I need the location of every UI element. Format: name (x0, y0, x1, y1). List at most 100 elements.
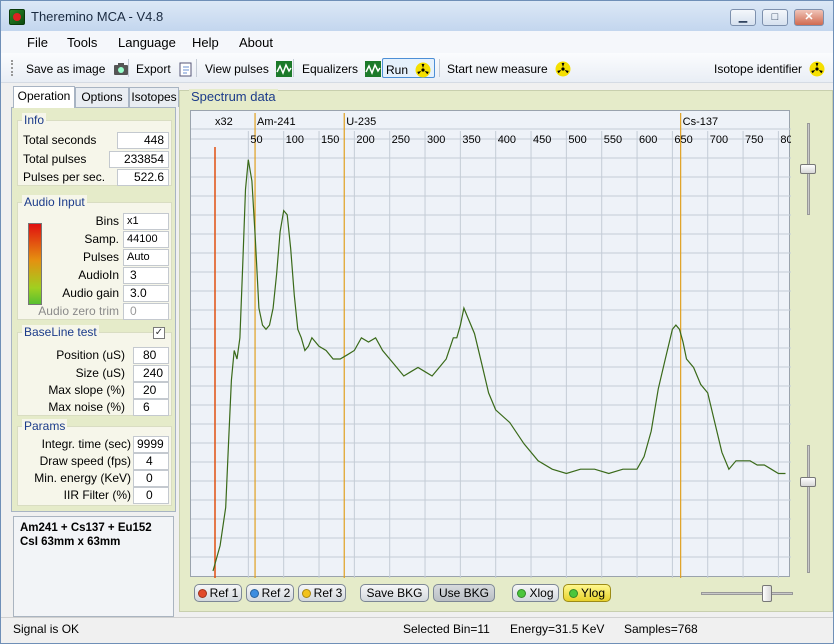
ref2-label: Ref 2 (261, 586, 291, 600)
params-row: Min. energy (KeV) 0 (18, 470, 173, 487)
pulses-per-sec-value: 522.6 (117, 169, 169, 186)
menu-help[interactable]: Help (192, 35, 219, 50)
samp-select[interactable]: 44100 (123, 231, 169, 248)
isotope-identifier-label: Isotope identifier (714, 61, 803, 76)
ref3-button[interactable]: Ref 3 (298, 584, 346, 602)
toolbar-separator (439, 59, 440, 77)
ref2-dot-icon (249, 589, 259, 598)
save-image-button[interactable]: Save as image (26, 58, 129, 78)
toolbar-separator (196, 59, 197, 77)
x-tick-label: 500 (568, 134, 586, 146)
y-offset-slider-thumb[interactable] (800, 477, 816, 487)
menu-tools[interactable]: Tools (67, 35, 97, 50)
isotope-marker-label: U-235 (346, 116, 376, 128)
view-pulses-button[interactable]: View pulses (205, 58, 293, 78)
x-tick-label: 700 (710, 134, 728, 146)
tab-options[interactable]: Options (75, 87, 129, 107)
info-row: Total seconds 448 (18, 132, 173, 149)
draw-speed-label: Draw speed (fps) (39, 454, 131, 468)
save-bkg-button[interactable]: Save BKG (360, 584, 429, 602)
maximize-button[interactable]: □ (762, 9, 788, 26)
y-offset-slider[interactable] (807, 445, 810, 573)
save-image-label: Save as image (26, 61, 106, 76)
iir-filter-input[interactable]: 0 (133, 487, 169, 504)
left-panel: Operation Options Isotopes Info Total se… (11, 86, 179, 512)
baseline-row: Position (uS) 80 (18, 347, 173, 364)
operation-tab-body: Info Total seconds 448 Total pulses 2338… (11, 107, 176, 512)
xlog-button[interactable]: Xlog (512, 584, 559, 602)
samples-status: Samples=768 (624, 622, 698, 636)
tab-isotopes[interactable]: Isotopes (129, 87, 179, 107)
baseline-row: Max noise (%) 6 (18, 399, 173, 416)
ref2-button[interactable]: Ref 2 (246, 584, 294, 602)
samp-label: Samp. (84, 232, 119, 246)
zoom-label: x32 (215, 116, 233, 128)
baseline-test-title: BaseLine test (22, 325, 99, 339)
menu-about[interactable]: About (239, 35, 273, 50)
audio-zero-trim-input[interactable]: 0 (123, 303, 169, 320)
audio-gain-input[interactable]: 3.0 (123, 285, 169, 302)
min-energy-input[interactable]: 0 (133, 470, 169, 487)
audio-in-input[interactable]: 3 (123, 267, 169, 284)
x-tick-label: 200 (356, 134, 374, 146)
total-pulses-label: Total pulses (23, 152, 87, 166)
x-zoom-slider[interactable] (701, 592, 793, 595)
export-button[interactable]: Export (136, 58, 194, 78)
pulses-per-sec-label: Pulses per sec. (23, 170, 106, 184)
waveform-icon (276, 60, 293, 77)
close-button[interactable]: ✕ (794, 9, 824, 26)
position-input[interactable]: 80 (133, 347, 169, 364)
bins-label: Bins (95, 214, 119, 228)
notes-textbox[interactable]: Am241 + Cs137 + Eu152 CsI 63mm x 63mm (13, 516, 174, 617)
info-row: Pulses per sec. 522.6 (18, 169, 173, 186)
tab-operation[interactable]: Operation (13, 86, 75, 108)
isotope-marker-label: Am-241 (257, 116, 296, 128)
use-bkg-button[interactable]: Use BKG (433, 584, 495, 602)
params-row: Integr. time (sec) 9999 (18, 436, 173, 453)
integr-time-input[interactable]: 9999 (133, 436, 169, 453)
start-new-measure-button[interactable]: Start new measure (447, 58, 571, 78)
isotope-identifier-button[interactable]: Isotope identifier (714, 58, 825, 78)
info-group: Info Total seconds 448 Total pulses 2338… (17, 113, 173, 186)
draw-speed-input[interactable]: 4 (133, 453, 169, 470)
info-group-title: Info (22, 113, 47, 127)
toolbar-grip[interactable] (11, 60, 14, 76)
audio-row: AudioIn 3 (18, 267, 173, 284)
ref1-button[interactable]: Ref 1 (194, 584, 242, 602)
radiation-icon (415, 62, 431, 78)
x-tick-label: 350 (462, 134, 480, 146)
pulses-select[interactable]: Auto (123, 249, 169, 266)
x-zoom-slider-thumb[interactable] (762, 585, 772, 602)
bins-select[interactable]: x1 (123, 213, 169, 230)
audio-input-title: Audio Input (22, 195, 87, 209)
spectrum-plot[interactable]: Am-241 U-235 Cs-137 50 100 150 200 250 300 350 40… (190, 110, 791, 578)
app-window: Theremino MCA - V4.8 ▁ □ ✕ File Tools La… (0, 0, 834, 644)
export-icon (179, 62, 192, 77)
x-tick-label: 150 (321, 134, 339, 146)
baseline-test-checkbox[interactable]: ✓ (153, 327, 165, 339)
menu-file[interactable]: File (27, 35, 48, 50)
y-scale-slider-thumb[interactable] (800, 164, 816, 174)
spectrum-series-line (212, 159, 786, 572)
x-tick-label: 250 (392, 134, 410, 146)
x-tick-label: 400 (498, 134, 516, 146)
max-slope-input[interactable]: 20 (133, 382, 169, 399)
size-input[interactable]: 240 (133, 365, 169, 382)
ylog-dot-icon (568, 589, 578, 598)
max-noise-input[interactable]: 6 (133, 399, 169, 416)
menu-language[interactable]: Language (118, 35, 176, 50)
audio-row: Bins x1 (18, 213, 173, 230)
spectrum-title: Spectrum data (189, 89, 278, 104)
ylog-button[interactable]: Ylog (563, 584, 611, 602)
equalizers-button[interactable]: Equalizers (302, 58, 382, 78)
spectrum-chart[interactable]: Am-241 U-235 Cs-137 50 100 150 200 250 300 350 40… (191, 111, 791, 578)
x-tick-label: 50 (250, 134, 262, 146)
toolbar: Save as image Export View pulses Equaliz… (1, 53, 833, 83)
run-button[interactable]: Run (382, 58, 436, 78)
window-title: Theremino MCA - V4.8 (31, 9, 164, 24)
minimize-button[interactable]: ▁ (730, 9, 756, 26)
audio-row: Pulses Auto (18, 249, 173, 266)
audio-row: Audio zero trim 0 (18, 303, 173, 320)
menu-bar: File Tools Language Help About (1, 31, 833, 53)
params-row: IIR Filter (%) 0 (18, 487, 173, 504)
